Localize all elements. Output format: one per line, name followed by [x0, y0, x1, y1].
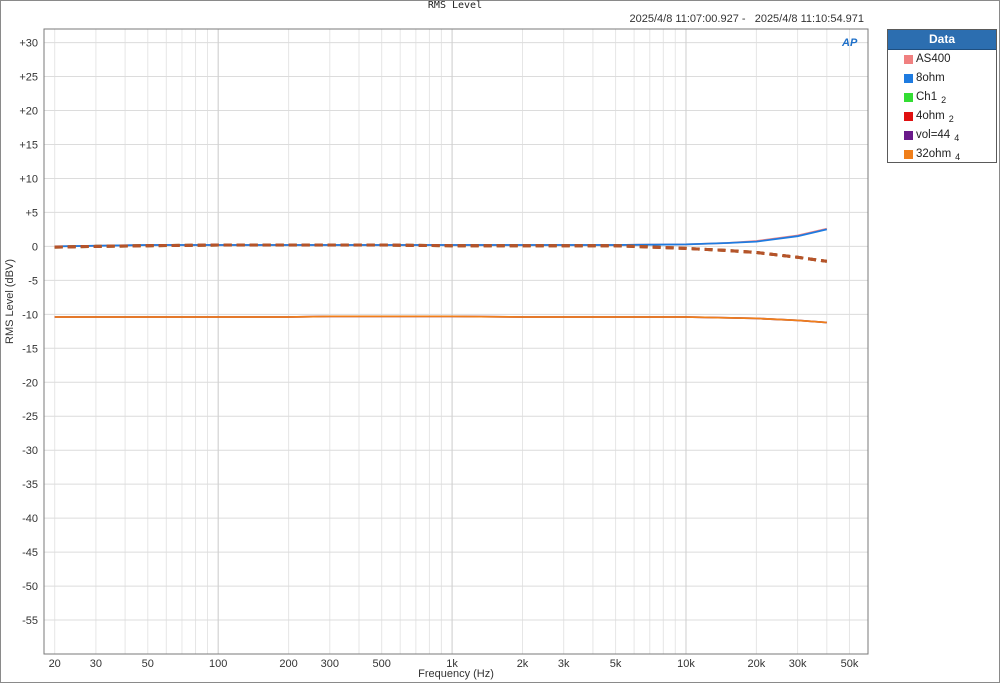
plot-area[interactable]: +30 +25 +20 +15 +10 +5 0 -5 -10 -15 -20 -25 -30 -35 -4…: [0, 0, 1000, 683]
x-tick-label: 10k: [677, 658, 695, 670]
y-tick-label: +5: [25, 207, 38, 219]
x-tick-label: 30k: [789, 658, 807, 670]
x-tick-label: 30: [90, 658, 102, 670]
y-tick-label: -50: [22, 581, 38, 593]
y-tick-label: +25: [19, 72, 38, 84]
legend-swatch: [904, 131, 913, 140]
ap-logo: AP: [841, 37, 858, 49]
y-tick-label: +30: [19, 38, 38, 50]
legend-label: 32ohm: [916, 148, 952, 160]
x-tick-label: 50: [142, 658, 154, 670]
legend-subscript: 2: [948, 114, 954, 124]
y-tick-label: -25: [22, 411, 38, 423]
y-tick-label: +20: [19, 106, 38, 118]
x-tick-label: 100: [209, 658, 227, 670]
y-tick-label: -45: [22, 547, 38, 559]
x-tick-label: 2k: [517, 658, 529, 670]
legend-swatch: [904, 74, 913, 83]
legend-panel[interactable]: Data AS400 8ohm Ch1 2 4ohm 2 vol=44 4 32ohm 4: [887, 29, 997, 163]
y-tick-label: -5: [28, 275, 38, 287]
legend-subscript: 4: [955, 152, 961, 162]
legend-label: Ch1: [916, 91, 938, 103]
y-tick-label: -30: [22, 445, 38, 457]
x-tick-label: 20: [49, 658, 61, 670]
legend-item-4[interactable]: vol=44 4: [888, 126, 996, 145]
y-tick-label: +10: [19, 173, 38, 185]
legend-swatch: [904, 55, 913, 64]
x-tick-label: 50k: [841, 658, 859, 670]
y-tick-label: +15: [19, 139, 38, 151]
legend-swatch: [904, 93, 913, 102]
x-tick-label: 3k: [558, 658, 570, 670]
legend-item-3[interactable]: 4ohm 2: [888, 107, 996, 126]
x-axis-label: Frequency (Hz): [418, 668, 494, 680]
y-tick-label: 0: [32, 241, 38, 253]
y-tick-label: -10: [22, 309, 38, 321]
legend-swatch: [904, 150, 913, 159]
y-axis-label: RMS Level (dBV): [4, 259, 16, 344]
legend-title: Data: [888, 30, 996, 50]
legend-label: 8ohm: [916, 72, 945, 84]
y-tick-label: -15: [22, 343, 38, 355]
y-tick-label: -35: [22, 479, 38, 491]
legend-item-1[interactable]: 8ohm: [888, 69, 996, 88]
x-tick-label: 20k: [748, 658, 766, 670]
legend-label: 4ohm: [916, 110, 945, 122]
y-tick-label: -20: [22, 377, 38, 389]
legend-subscript: 4: [954, 133, 960, 143]
legend-swatch: [904, 112, 913, 121]
x-tick-label: 300: [321, 658, 339, 670]
legend-label: AS400: [916, 53, 951, 65]
x-tick-label: 200: [279, 658, 297, 670]
plot-background: [44, 29, 868, 654]
legend-item-5[interactable]: 32ohm 4: [888, 145, 996, 164]
y-tick-label: -40: [22, 513, 38, 525]
legend-subscript: 2: [941, 95, 947, 105]
legend-items: AS400 8ohm Ch1 2 4ohm 2 vol=44 4 32ohm 4: [888, 50, 996, 164]
legend-item-2[interactable]: Ch1 2: [888, 88, 996, 107]
legend-item-0[interactable]: AS400: [888, 50, 996, 69]
y-tick-label: -55: [22, 615, 38, 627]
x-tick-label: 500: [373, 658, 391, 670]
legend-label: vol=44: [916, 129, 951, 141]
x-tick-label: 5k: [610, 658, 622, 670]
